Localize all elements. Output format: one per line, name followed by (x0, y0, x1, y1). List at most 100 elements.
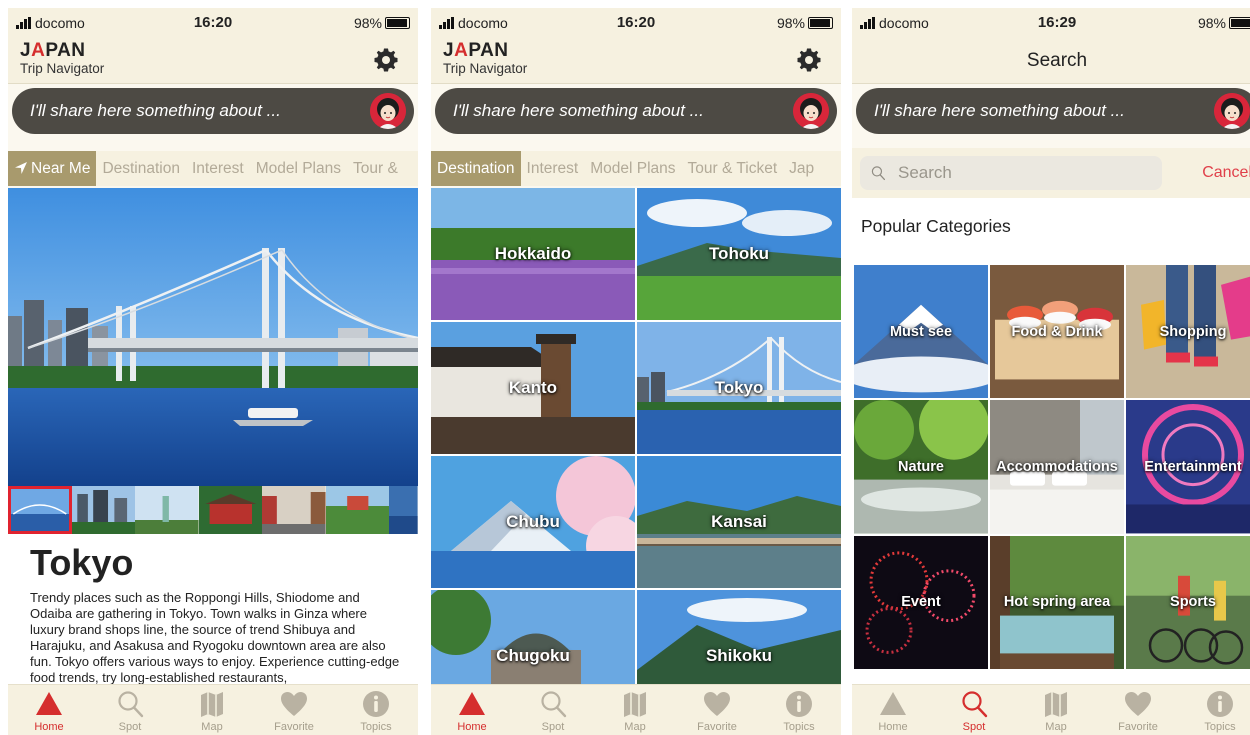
city-title: Tokyo (30, 542, 134, 583)
gear-icon[interactable] (374, 48, 398, 72)
category-label: Must see (889, 323, 953, 340)
region-tile-kansai[interactable]: Kansai (637, 456, 841, 588)
tab-destination[interactable]: Destination (431, 151, 521, 186)
home-icon (878, 689, 908, 719)
map-icon (197, 689, 227, 719)
region-tile-chubu[interactable]: Chubu (431, 456, 635, 588)
tab-bar: Home Spot Map Favorite Topics (852, 684, 1250, 735)
tab-japan[interactable]: Jap (783, 151, 820, 186)
search-input[interactable] (860, 156, 1162, 190)
category-tile-hot-spring[interactable]: Hot spring area (990, 535, 1124, 669)
app-header: JAPAN Trip Navigator (431, 38, 841, 84)
category-tile-shopping[interactable]: Shopping (1126, 265, 1250, 399)
info-icon (361, 689, 391, 719)
tabbar-home[interactable]: Home (432, 689, 512, 733)
tab-interest[interactable]: Interest (521, 151, 585, 186)
chat-banner[interactable]: I'll share here something about ... (12, 88, 414, 134)
tab-near-me[interactable]: Near Me (8, 151, 97, 186)
info-icon (1205, 689, 1235, 719)
tabbar-favorite[interactable]: Favorite (677, 689, 757, 733)
chat-banner[interactable]: I'll share here something about ... (435, 88, 837, 134)
thumbnail-strip (8, 486, 418, 534)
category-grid: Must see Food & Drink Shopping Nature Ac… (854, 265, 1250, 669)
tabbar-favorite[interactable]: Favorite (1098, 689, 1178, 733)
status-bar: docomo 16:20 98% (431, 8, 841, 38)
category-tile-event[interactable]: Event (854, 535, 988, 669)
avatar-icon (370, 93, 406, 129)
category-tile-accommodations[interactable]: Accommodations (990, 400, 1124, 534)
search-icon (959, 689, 989, 719)
tabbar-topics[interactable]: Topics (1180, 689, 1250, 733)
chat-banner[interactable]: I'll share here something about ... (856, 88, 1250, 134)
tabbar-topics[interactable]: Topics (759, 689, 839, 733)
region-tile-tohoku[interactable]: Tohoku (637, 188, 841, 320)
region-label: Tokyo (714, 378, 764, 397)
tabbar-home[interactable]: Home (9, 689, 89, 733)
search-bar: Cancel (852, 148, 1250, 198)
clock: 16:29 (1037, 14, 1077, 31)
thumbnail[interactable] (198, 486, 263, 534)
tabbar-topics[interactable]: Topics (336, 689, 416, 733)
tab-interest[interactable]: Interest (186, 151, 250, 186)
category-label: Sports (1170, 594, 1216, 611)
category-tile-food-drink[interactable]: Food & Drink (990, 265, 1124, 399)
logo-subtitle: Trip Navigator (443, 61, 528, 76)
battery-icon (385, 17, 410, 29)
tab-bar: Home Spot Map Favorite Topics (8, 684, 418, 735)
search-icon (870, 165, 886, 181)
screen-near-me: docomo 16:20 98% JAPAN Trip Navigator I'… (8, 8, 418, 735)
thumbnail[interactable] (325, 486, 390, 534)
tab-tour[interactable]: Tour & (347, 151, 404, 186)
hero-image-tokyo[interactable] (8, 188, 418, 486)
heart-icon (1123, 689, 1153, 719)
category-tile-sports[interactable]: Sports (1126, 535, 1250, 669)
region-tile-hokkaido[interactable]: Hokkaido (431, 188, 635, 320)
screen-destination: docomo 16:20 98% JAPAN Trip Navigator I'… (431, 8, 841, 735)
tab-model-plans[interactable]: Model Plans (250, 151, 347, 186)
thumbnail[interactable] (389, 486, 418, 534)
battery-status: 98% (354, 15, 410, 31)
category-tile-must-see[interactable]: Must see (854, 265, 988, 399)
tabbar-map[interactable]: Map (595, 689, 675, 733)
category-label: Event (901, 594, 941, 611)
battery-status: 98% (1198, 15, 1250, 31)
region-label: Chugoku (496, 646, 570, 665)
thumbnail[interactable] (8, 486, 72, 534)
heart-icon (702, 689, 732, 719)
category-tabs: Destination Interest Model Plans Tour & Tic… (431, 151, 841, 186)
tabbar-map[interactable]: Map (172, 689, 252, 733)
region-grid: Hokkaido Tohoku Kanto Tokyo Chubu Kansai… (431, 188, 841, 722)
tabbar-spot[interactable]: Spot (513, 689, 593, 733)
tab-model-plans[interactable]: Model Plans (584, 151, 681, 186)
logo-subtitle: Trip Navigator (20, 61, 105, 76)
region-label: Kanto (508, 378, 558, 397)
thumbnail[interactable] (135, 486, 199, 534)
category-label: Food & Drink (1011, 323, 1103, 340)
category-tabs: Near Me Destination Interest Model Plans Tou… (8, 151, 418, 186)
gear-icon[interactable] (797, 48, 821, 72)
app-logo[interactable]: JAPAN Trip Navigator (20, 41, 104, 77)
category-label: Accommodations (996, 458, 1118, 475)
tabbar-map[interactable]: Map (1016, 689, 1096, 733)
category-label: Shopping (1159, 323, 1227, 340)
category-label: Entertainment (1144, 458, 1242, 475)
tabbar-spot[interactable]: Spot (90, 689, 170, 733)
cancel-button[interactable]: Cancel (1202, 164, 1250, 182)
region-label: Hokkaido (494, 244, 572, 263)
thumbnail[interactable] (71, 486, 136, 534)
app-logo[interactable]: JAPAN Trip Navigator (443, 41, 527, 77)
tabbar-favorite[interactable]: Favorite (254, 689, 334, 733)
category-tile-entertainment[interactable]: Entertainment (1126, 400, 1250, 534)
thumbnail[interactable] (262, 486, 326, 534)
tab-tour-ticket[interactable]: Tour & Ticket (682, 151, 784, 186)
tabbar-spot[interactable]: Spot (934, 689, 1014, 733)
banner-text: I'll share here something about ... (453, 101, 704, 120)
banner-text: I'll share here something about ... (30, 101, 281, 120)
app-header: JAPAN Trip Navigator (8, 38, 418, 84)
category-tile-nature[interactable]: Nature (854, 400, 988, 534)
tab-destination[interactable]: Destination (96, 151, 186, 186)
region-tile-tokyo[interactable]: Tokyo (637, 322, 841, 454)
info-icon (784, 689, 814, 719)
tabbar-home[interactable]: Home (853, 689, 933, 733)
region-tile-kanto[interactable]: Kanto (431, 322, 635, 454)
